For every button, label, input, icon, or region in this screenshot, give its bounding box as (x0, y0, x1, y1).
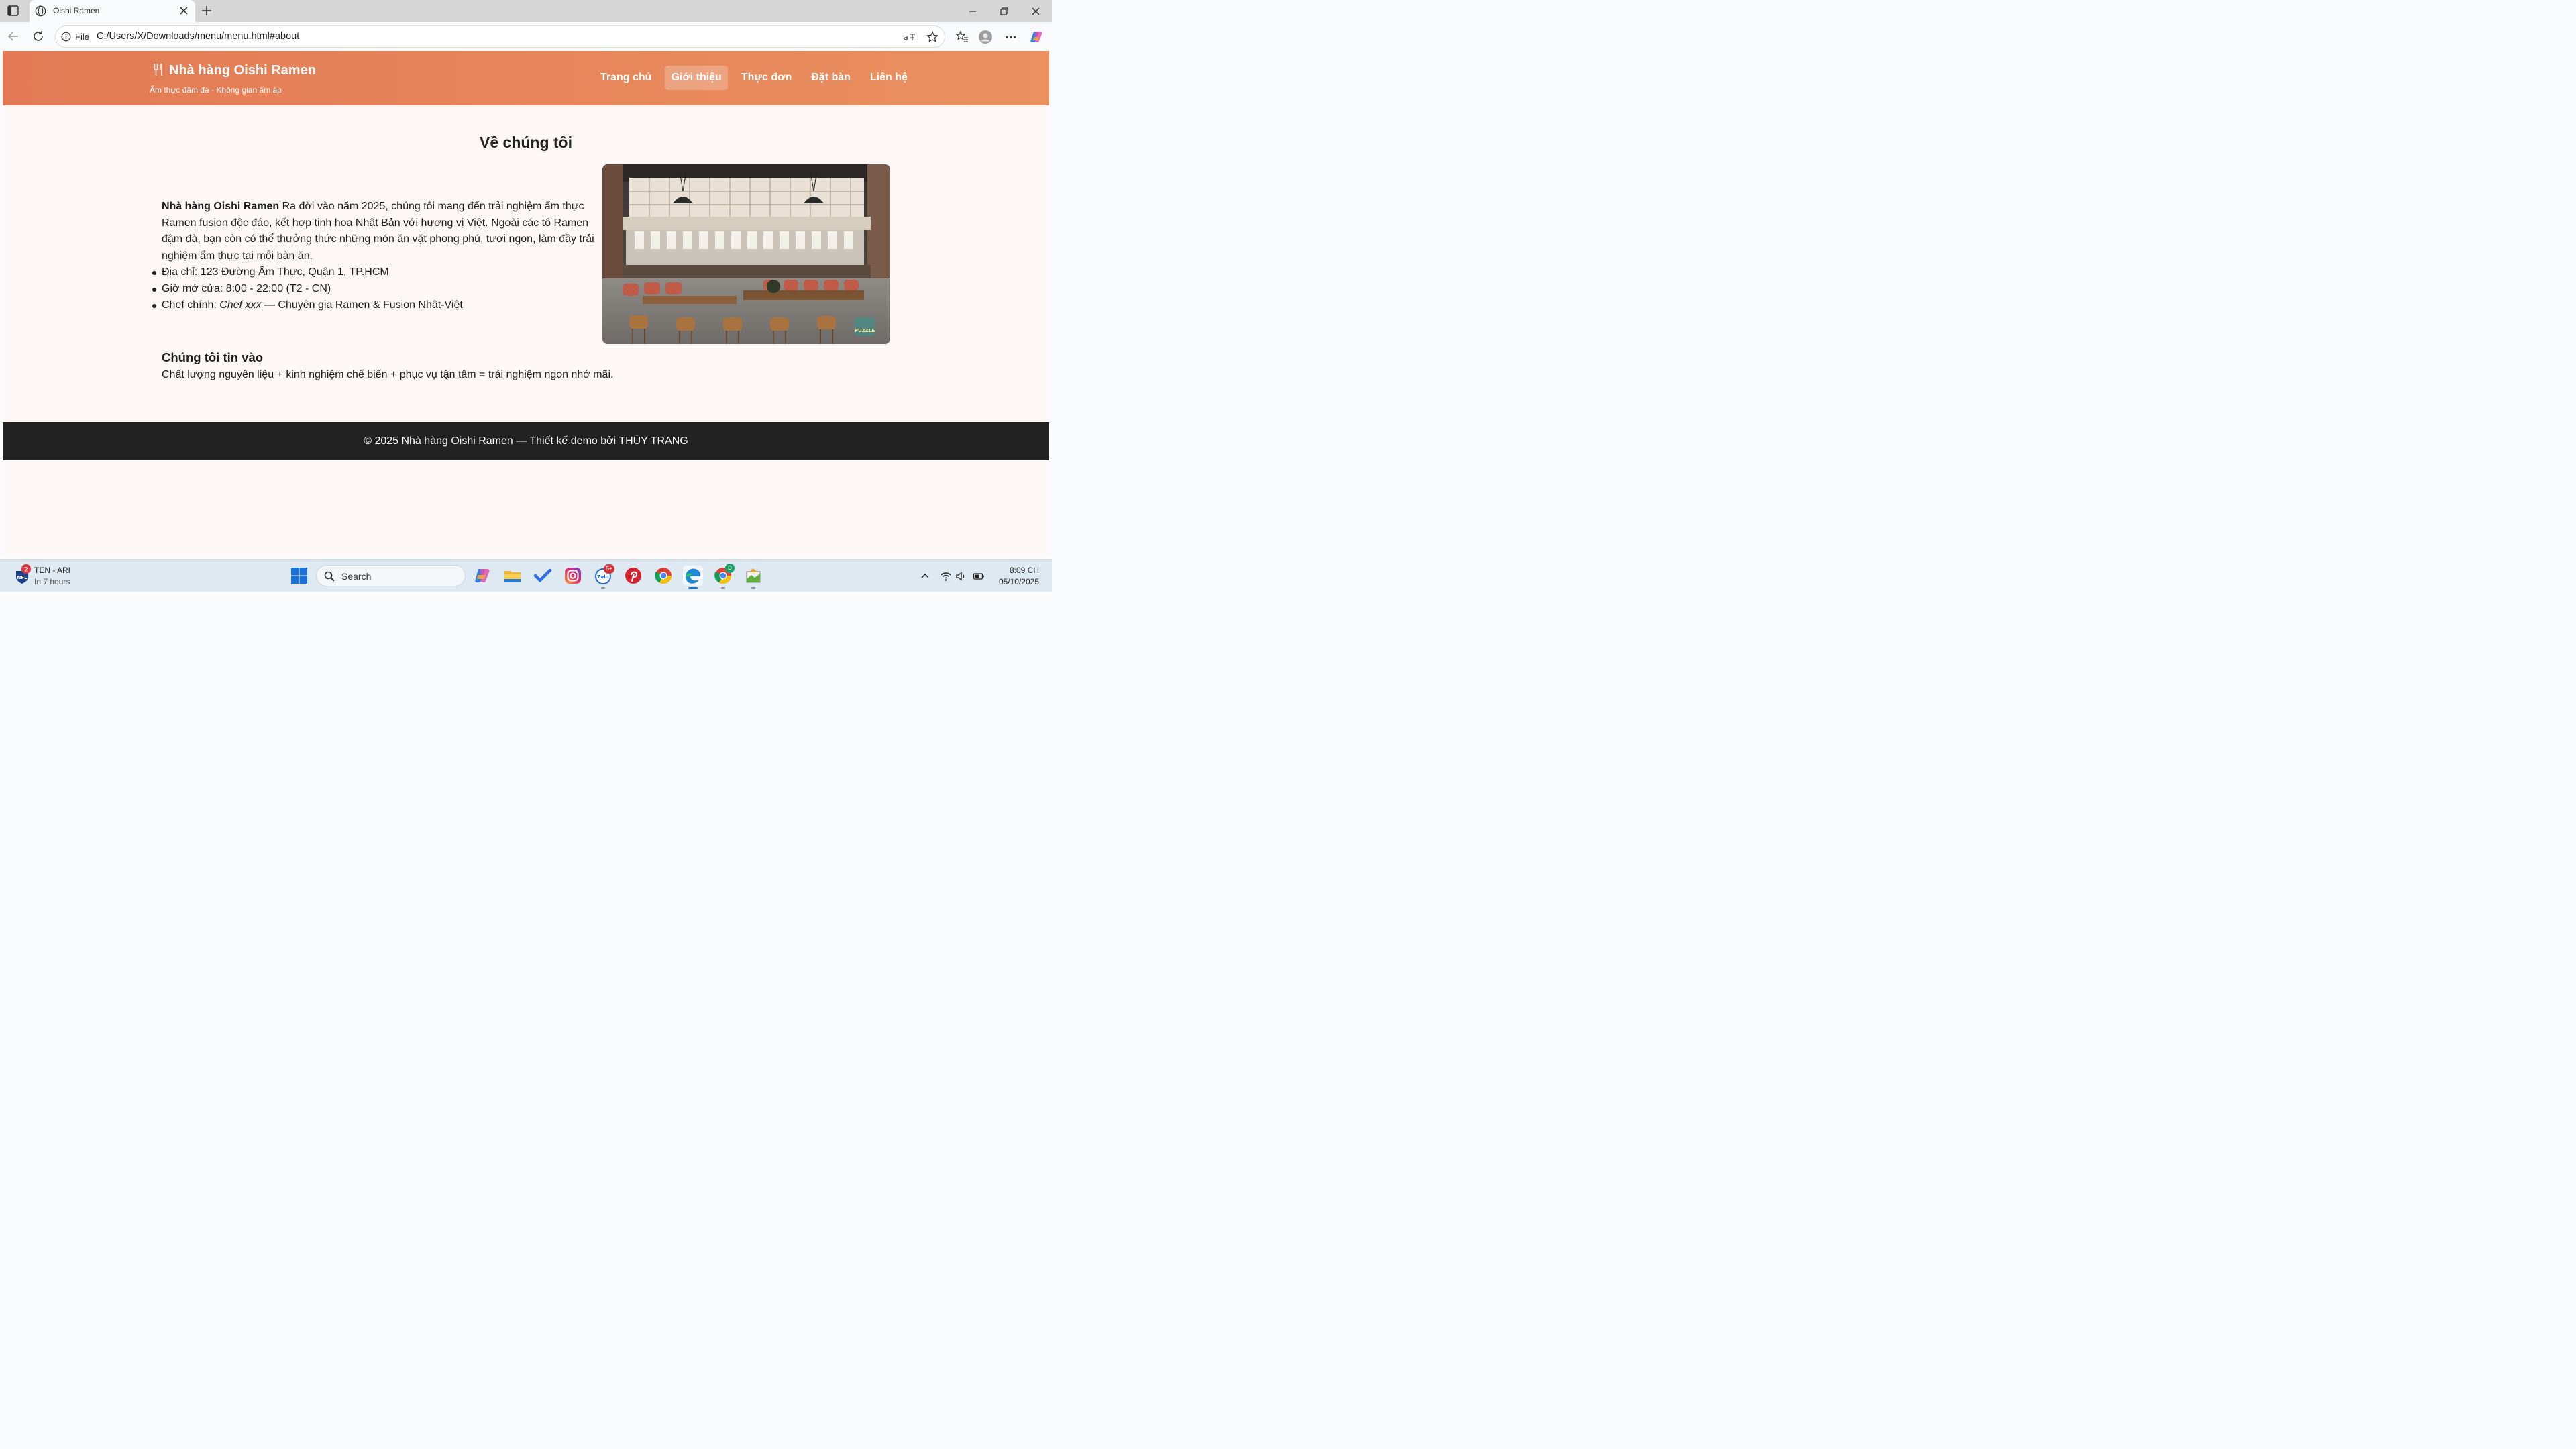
misc-app[interactable] (743, 566, 763, 589)
running-indicator (601, 587, 605, 589)
site-brand[interactable]: Nhà hàng Oishi Ramen (153, 63, 316, 78)
nav-menu[interactable]: Thực đơn (735, 66, 798, 90)
chrome-profile-app[interactable]: D (713, 564, 735, 589)
chef-desc: — Chuyên gia Ramen & Fusion Nhật-Việt (261, 299, 463, 311)
nav-reservation[interactable]: Đặt bàn (805, 66, 857, 90)
about-info-list: Địa chỉ: 123 Đường Ẩm Thực, Quận 1, TP.H… (152, 264, 463, 314)
info-icon[interactable] (61, 32, 71, 42)
photo-watermark: PUZZLE (855, 328, 875, 333)
site-brand-name: Nhà hàng Oishi Ramen (169, 63, 316, 78)
file-explorer-icon[interactable] (502, 566, 523, 586)
edge-icon (686, 568, 701, 584)
minimize-icon[interactable] (967, 5, 979, 17)
about-address: Địa chỉ: 123 Đường Ẩm Thực, Quận 1, TP.H… (152, 264, 463, 281)
restaurant-interior-photo: PUZZLE (602, 164, 890, 344)
copilot-icon[interactable] (1030, 30, 1043, 44)
nav-home[interactable]: Trang chủ (594, 66, 657, 90)
plus-icon[interactable] (201, 5, 213, 17)
address-url[interactable]: C:/Users/X/Downloads/menu/menu.html#abou… (97, 31, 299, 42)
back-icon[interactable] (7, 30, 20, 43)
windows-start-icon[interactable] (289, 566, 309, 586)
chrome-icon[interactable] (653, 566, 674, 586)
edge-app[interactable] (683, 566, 703, 589)
profile-icon[interactable] (979, 30, 992, 44)
zalo-app[interactable]: Zalo 5+ (593, 564, 614, 589)
search-icon (324, 571, 335, 582)
app-icon (746, 568, 761, 583)
svg-text:a: a (904, 33, 908, 42)
clock-time: 8:09 CH (1009, 566, 1039, 575)
wifi-icon[interactable] (940, 570, 952, 582)
address-scheme-label: File (75, 32, 89, 42)
page-viewport: Nhà hàng Oishi Ramen Ẩm thực đậm đà - Kh… (3, 51, 1049, 557)
nav-contact[interactable]: Liên hệ (864, 66, 914, 90)
reload-icon[interactable] (32, 30, 45, 43)
belief-title: Chúng tôi tin vào (162, 350, 264, 364)
weather-badge-count: 2 (24, 567, 28, 574)
volume-icon[interactable] (955, 570, 967, 582)
todo-icon[interactable] (533, 566, 553, 586)
nav-about[interactable]: Giới thiệu (665, 66, 728, 90)
svg-text:NFL: NFL (17, 575, 28, 580)
belief-text: Chất lượng nguyên liệu + kinh nghiệm chế… (162, 369, 614, 380)
notification-badge: 2 (21, 564, 31, 574)
widget-title: TEN - ARI (34, 566, 71, 575)
globe-icon (35, 5, 46, 17)
about-hours: Giờ mở cửa: 8:00 - 22:00 (T2 - CN) (152, 281, 463, 298)
favorite-star-icon[interactable] (926, 31, 938, 43)
search-placeholder: Search (341, 571, 372, 582)
active-indicator (688, 587, 698, 589)
window-close-icon[interactable] (1030, 5, 1042, 17)
weather-widget[interactable]: NFL 2 TEN - ARI In 7 hours (15, 564, 89, 588)
favorites-list-icon[interactable] (955, 30, 969, 44)
running-indicator (721, 587, 725, 589)
browser-toolbar: File C:/Users/X/Downloads/menu/menu.html… (0, 22, 1052, 51)
site-tagline: Ẩm thực đậm đà - Không gian ấm áp (150, 85, 282, 95)
chef-label: Chef chính: (162, 299, 220, 311)
zalo-badge: 5+ (604, 564, 614, 574)
chef-name: Chef xxx (219, 299, 262, 311)
restore-icon[interactable] (998, 5, 1010, 17)
site-nav: Trang chủ Giới thiệu Thực đơn Đặt bàn Li… (594, 66, 921, 90)
sidebar-toggle-icon[interactable] (7, 5, 19, 16)
more-icon[interactable] (1004, 30, 1018, 44)
clock-date: 05/10/2025 (998, 577, 1039, 586)
about-title: Về chúng tôi (480, 133, 572, 151)
address-bar[interactable]: File C:/Users/X/Downloads/menu/menu.html… (55, 25, 945, 48)
system-clock[interactable]: 8:09 CH 05/10/2025 (999, 565, 1039, 588)
svg-text:Zalo: Zalo (597, 574, 608, 580)
chrome-profile-badge: D (725, 564, 735, 573)
site-header: Nhà hàng Oishi Ramen Ẩm thực đậm đà - Kh… (3, 51, 1049, 105)
running-indicator (751, 587, 755, 589)
instagram-icon[interactable] (563, 566, 583, 586)
about-intro: Nhà hàng Oishi Ramen Ra đời vào năm 2025… (162, 199, 594, 264)
copilot-app-icon[interactable] (472, 566, 492, 586)
taskbar-search[interactable]: Search (316, 565, 466, 586)
battery-icon[interactable] (973, 570, 985, 582)
chevron-up-icon[interactable] (919, 570, 931, 582)
read-aloud-icon[interactable]: a (904, 32, 917, 42)
pinterest-icon[interactable] (623, 566, 643, 586)
browser-tab[interactable]: Oishi Ramen (30, 0, 195, 22)
about-intro-bold: Nhà hàng Oishi Ramen (162, 201, 280, 212)
fork-knife-icon (154, 63, 162, 76)
site-footer: © 2025 Nhà hàng Oishi Ramen — Thiết kế d… (3, 422, 1049, 460)
tab-title: Oishi Ramen (53, 6, 100, 15)
widget-subtitle: In 7 hours (34, 577, 70, 586)
taskbar: NFL 2 TEN - ARI In 7 hours Search Zalo 5… (0, 559, 1052, 592)
tab-bar: Oishi Ramen (0, 0, 1052, 22)
close-icon[interactable] (179, 6, 189, 15)
about-chef: Chef chính: Chef xxx — Chuyên gia Ramen … (152, 297, 463, 314)
